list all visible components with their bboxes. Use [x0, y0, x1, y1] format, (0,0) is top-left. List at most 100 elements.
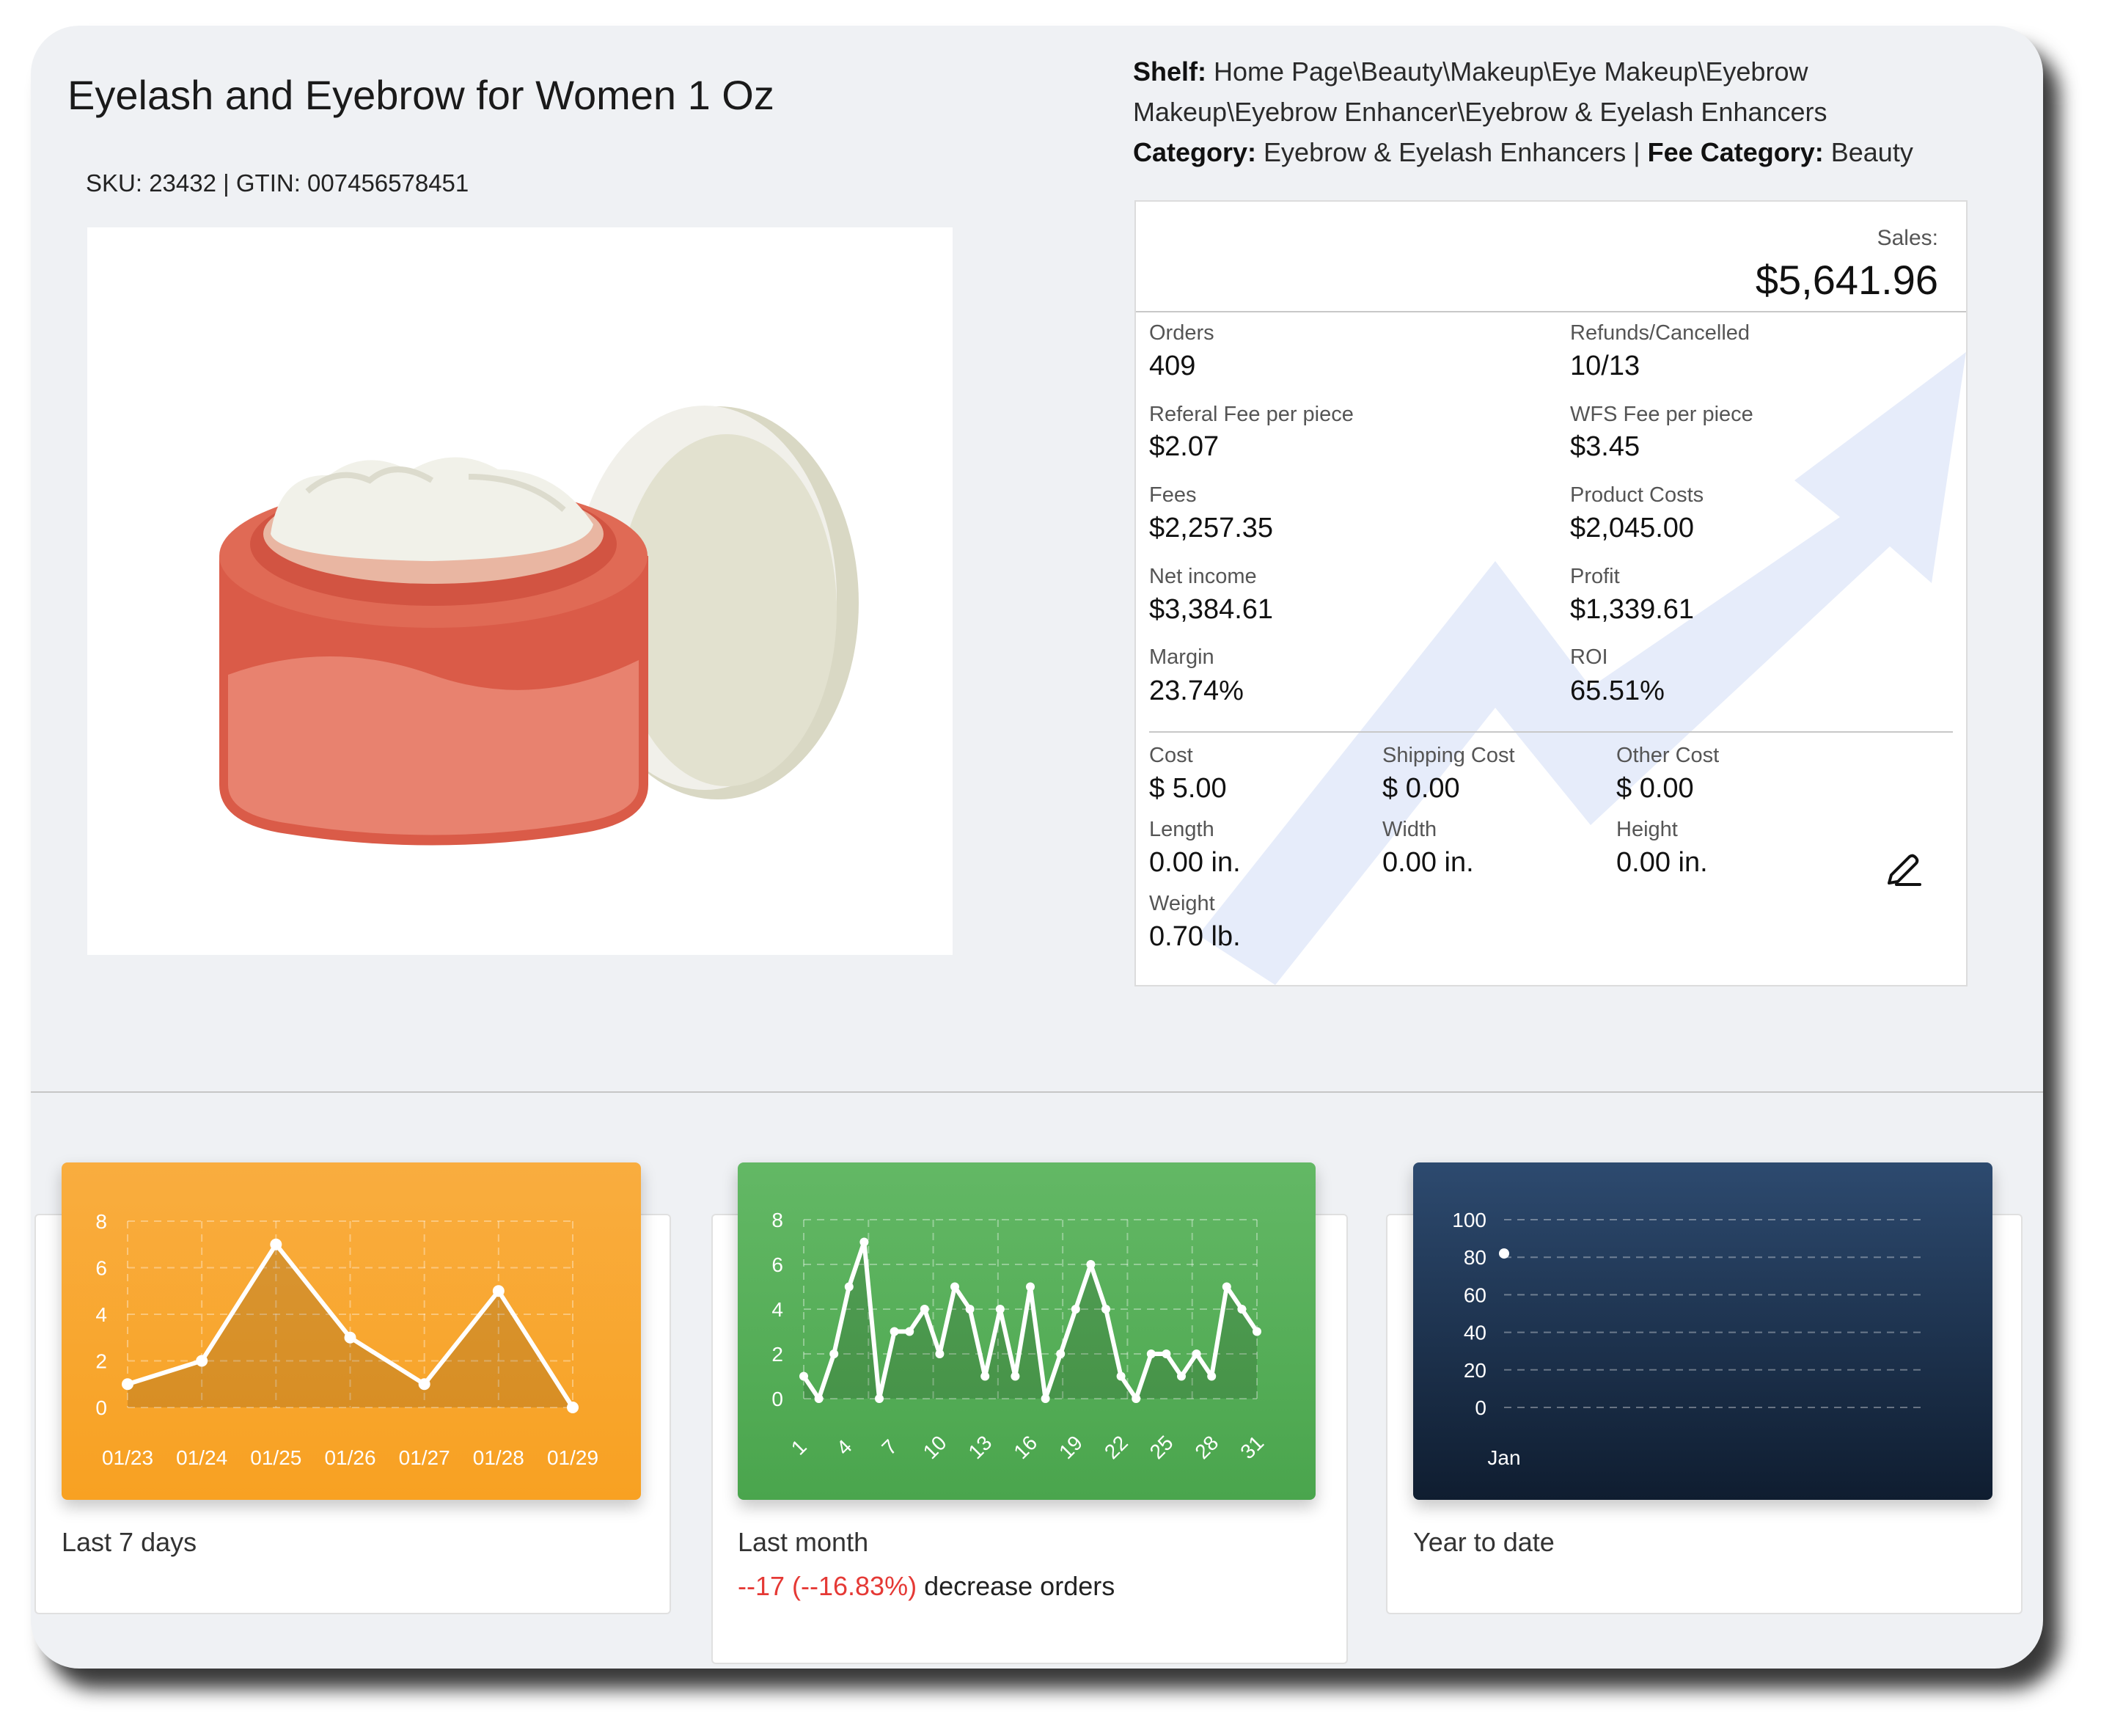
wfs-fee-value: $3.45	[1570, 431, 1640, 462]
fee-category-label: Fee Category:	[1647, 137, 1824, 167]
width-value: 0.00 in.	[1382, 847, 1474, 878]
chart3-data-point[interactable]	[1499, 1248, 1509, 1259]
chart2-data-point[interactable]	[1162, 1349, 1171, 1358]
chart1-data-point[interactable]	[567, 1402, 579, 1413]
product-costs-value: $2,045.00	[1570, 513, 1695, 543]
referal-fee-value: $2.07	[1149, 431, 1220, 462]
chart3-y-tick-label: 40	[1464, 1322, 1486, 1344]
product-detail-panel: Eyelash and Eyebrow for Women 1 Oz SKU: …	[31, 26, 2043, 1669]
chart2-y-tick-label: 4	[771, 1298, 783, 1321]
chart2-data-point[interactable]	[905, 1327, 914, 1336]
chart2-x-tick-label: 22	[1100, 1431, 1132, 1463]
category-label: Category:	[1133, 137, 1257, 167]
chart2-data-point[interactable]	[935, 1349, 945, 1358]
cost-label: Cost	[1149, 744, 1193, 767]
shelf-path-1: Home Page\Beauty\Makeup\Eye Makeup\Eyebr…	[1206, 56, 1808, 87]
chart1-area-fill	[128, 1244, 573, 1407]
chart2-x-tick-label: 25	[1145, 1431, 1178, 1463]
chart2-data-point[interactable]	[1071, 1305, 1080, 1314]
fee-category-value: Beauty	[1823, 137, 1913, 167]
chart2-data-point[interactable]	[859, 1237, 869, 1247]
chart2-x-tick-label: 1	[787, 1435, 811, 1460]
chart1-x-tick-label: 01/26	[324, 1446, 375, 1469]
year-to-date-chart: 0 20 40 60 80 100 Jan	[1413, 1162, 1992, 1500]
chart1-data-point[interactable]	[122, 1378, 133, 1391]
chart2-data-point[interactable]	[799, 1371, 808, 1381]
cosmetic-jar-icon	[219, 406, 859, 846]
chart2-x-tick-label: 28	[1191, 1431, 1223, 1463]
chart2-data-point[interactable]	[1222, 1282, 1231, 1292]
profit-label: Profit	[1570, 565, 1620, 588]
orders-change-value: --17 (--16.83%)	[738, 1571, 917, 1601]
chart2-data-point[interactable]	[965, 1305, 975, 1314]
chart1-data-point[interactable]	[196, 1355, 208, 1367]
chart1-y-tick-label: 4	[95, 1303, 107, 1326]
last-month-chart: 0 2 4 6 8 1 4 7 10 13 16 19 22 25 28 31	[738, 1162, 1316, 1500]
weight-value: 0.70 lb.	[1149, 921, 1241, 952]
chart2-data-point[interactable]	[1041, 1394, 1050, 1403]
refunds-value: 10/13	[1570, 351, 1640, 381]
chart1-x-tick-label: 01/27	[399, 1446, 450, 1469]
chart2-data-point[interactable]	[844, 1282, 854, 1292]
sales-divider	[1136, 311, 1966, 312]
chart1-x-tick-label: 01/23	[102, 1446, 153, 1469]
chart1-data-point[interactable]	[492, 1285, 505, 1297]
fees-label: Fees	[1149, 483, 1197, 507]
orders-value: 409	[1149, 351, 1196, 381]
chart2-data-point[interactable]	[1237, 1305, 1247, 1314]
product-image	[87, 227, 953, 955]
chart2-data-point[interactable]	[1132, 1394, 1141, 1403]
chart1-data-point[interactable]	[344, 1331, 356, 1344]
chart2-data-point[interactable]	[995, 1305, 1005, 1314]
category-value: Eyebrow & Eyelash Enhancers |	[1256, 137, 1648, 167]
net-income-label: Net income	[1149, 565, 1257, 588]
chart2-data-point[interactable]	[890, 1327, 899, 1336]
chart2-data-point[interactable]	[1192, 1349, 1201, 1358]
chart2-data-point[interactable]	[829, 1349, 839, 1358]
chart2-data-point[interactable]	[1086, 1260, 1096, 1269]
chart2-x-tick-label: 16	[1009, 1431, 1041, 1463]
sales-label: Sales:	[1877, 226, 1938, 250]
shipping-cost-value: $ 0.00	[1382, 773, 1460, 804]
shelf-label: Shelf:	[1133, 56, 1207, 87]
chart2-data-point[interactable]	[1177, 1371, 1186, 1381]
chart1-y-tick-label: 0	[95, 1396, 107, 1419]
shelf-path-2: Makeup\Eyebrow Enhancer\Eyebrow & Eyelas…	[1133, 97, 1827, 127]
margin-value: 23.74%	[1149, 675, 1244, 706]
chart2-data-point[interactable]	[1101, 1305, 1110, 1314]
chart2-x-tick-label: 10	[919, 1431, 951, 1463]
other-cost-value: $ 0.00	[1616, 773, 1694, 804]
chart2-data-point[interactable]	[875, 1394, 884, 1403]
costs-divider	[1149, 731, 1953, 733]
chart2-data-point[interactable]	[1116, 1371, 1126, 1381]
chart2-x-tick-label: 19	[1055, 1431, 1087, 1463]
chart2-data-point[interactable]	[1011, 1371, 1020, 1381]
chart1-data-point[interactable]	[270, 1238, 282, 1250]
wfs-fee-label: WFS Fee per piece	[1570, 403, 1753, 426]
chart2-data-point[interactable]	[950, 1282, 959, 1292]
chart1-x-tick-label: 01/28	[473, 1446, 524, 1469]
chart2-x-tick-label: 31	[1236, 1431, 1268, 1463]
orders-label: Orders	[1149, 321, 1214, 345]
weight-label: Weight	[1149, 892, 1215, 915]
chart2-data-point[interactable]	[980, 1371, 990, 1381]
roi-value: 65.51%	[1570, 675, 1665, 706]
height-label: Height	[1616, 818, 1678, 841]
profit-value: $1,339.61	[1570, 594, 1695, 625]
chart2-data-point[interactable]	[1146, 1349, 1156, 1358]
chart2-x-tick-label: 7	[877, 1435, 901, 1460]
chart2-data-point[interactable]	[1026, 1282, 1035, 1292]
chart2-data-point[interactable]	[1253, 1327, 1261, 1336]
pencil-edit-icon[interactable]	[1882, 851, 1923, 892]
chart2-data-point[interactable]	[920, 1305, 929, 1314]
chart3-x-tick-label: Jan	[1487, 1446, 1520, 1469]
chart1-data-point[interactable]	[418, 1378, 430, 1391]
chart2-data-point[interactable]	[814, 1394, 824, 1403]
chart2-data-point[interactable]	[1207, 1371, 1217, 1381]
roi-label: ROI	[1570, 645, 1608, 669]
referal-fee-label: Referal Fee per piece	[1149, 403, 1354, 426]
chart1-y-tick-label: 2	[95, 1350, 107, 1373]
width-label: Width	[1382, 818, 1437, 841]
chart2-data-point[interactable]	[1056, 1349, 1066, 1358]
fees-value: $2,257.35	[1149, 513, 1274, 543]
